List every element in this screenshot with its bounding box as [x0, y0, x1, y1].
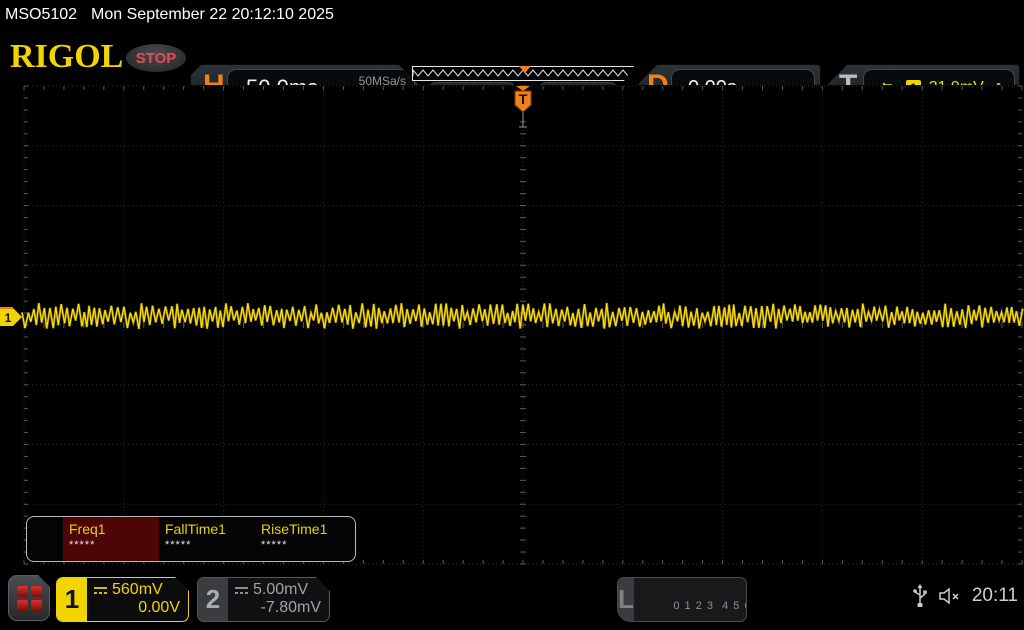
channel1-number: 1: [57, 578, 87, 621]
run-state-indicator[interactable]: STOP: [126, 44, 186, 72]
dc-coupling-icon: [93, 585, 108, 595]
channel2-scale: 5.00mV: [253, 581, 308, 599]
dc-coupling-icon: [234, 585, 249, 595]
bottom-bar: 1 560mV 0.00V 2: [0, 565, 1024, 630]
measurement-item-falltime1[interactable]: FallTime1 *****: [159, 517, 255, 561]
channel2-badge[interactable]: 2 5.00mV -7.80mV: [197, 577, 330, 622]
measurement-value: *****: [261, 539, 351, 551]
measurement-panel[interactable]: Freq1 ***** FallTime1 ***** RiseTime1 *****: [26, 516, 356, 562]
status-icons: 20:11: [912, 583, 1018, 609]
logic-channel-numbers: 0 1 2 3 4 5 6 7 8 9 1011 12131415: [634, 578, 747, 621]
measurement-item-freq1[interactable]: Freq1 *****: [63, 517, 159, 561]
sound-muted-icon[interactable]: [938, 586, 964, 606]
top-info-bar: MSO5102 Mon September 22 20:12:10 2025: [0, 0, 1024, 30]
usb-icon: [912, 583, 928, 609]
channel1-offset: 0.00V: [93, 599, 180, 617]
channel1-values: 560mV 0.00V: [87, 578, 188, 621]
measurement-label: RiseTime1: [261, 521, 351, 537]
channel1-scale: 560mV: [112, 581, 163, 599]
channel2-number: 2: [198, 578, 228, 621]
oscilloscope-screen: MSO5102 Mon September 22 20:12:10 2025 R…: [0, 0, 1024, 630]
clock: 20:11: [972, 585, 1018, 607]
rigol-logo: RIGOL: [10, 38, 122, 76]
windows-menu-button[interactable]: [8, 575, 50, 621]
channel2-values: 5.00mV -7.80mV: [228, 578, 329, 621]
logic-row1: 0 1 2 3 4 5 6 7: [673, 600, 747, 612]
channel2-offset: -7.80mV: [234, 599, 321, 617]
scope-display[interactable]: T1: [0, 85, 1024, 565]
windows-grid-icon: [17, 586, 42, 611]
svg-text:1: 1: [5, 311, 12, 325]
datetime-label: Mon September 22 20:12:10 2025: [91, 6, 334, 24]
waveform-preview-strip[interactable]: [412, 66, 634, 81]
measurement-label: FallTime1: [165, 521, 255, 537]
preview-trigger-position-icon: [519, 66, 531, 73]
header-bar: RIGOL STOP H 50.0ms 50MSa/s 25Mpts Measu…: [0, 30, 1024, 85]
measurement-value: *****: [69, 539, 159, 551]
run-state-label: STOP: [136, 50, 177, 67]
channel1-badge[interactable]: 1 560mV 0.00V: [56, 577, 189, 622]
model-name: MSO5102: [5, 6, 77, 24]
measurement-item-risetime1[interactable]: RiseTime1 *****: [255, 517, 351, 561]
svg-text:T: T: [519, 91, 528, 107]
logic-label: L: [618, 578, 634, 621]
measurement-value: *****: [165, 539, 255, 551]
logic-channels-badge[interactable]: L 0 1 2 3 4 5 6 7 8 9 1011 12131415: [617, 577, 747, 622]
measurement-label: Freq1: [69, 521, 159, 537]
